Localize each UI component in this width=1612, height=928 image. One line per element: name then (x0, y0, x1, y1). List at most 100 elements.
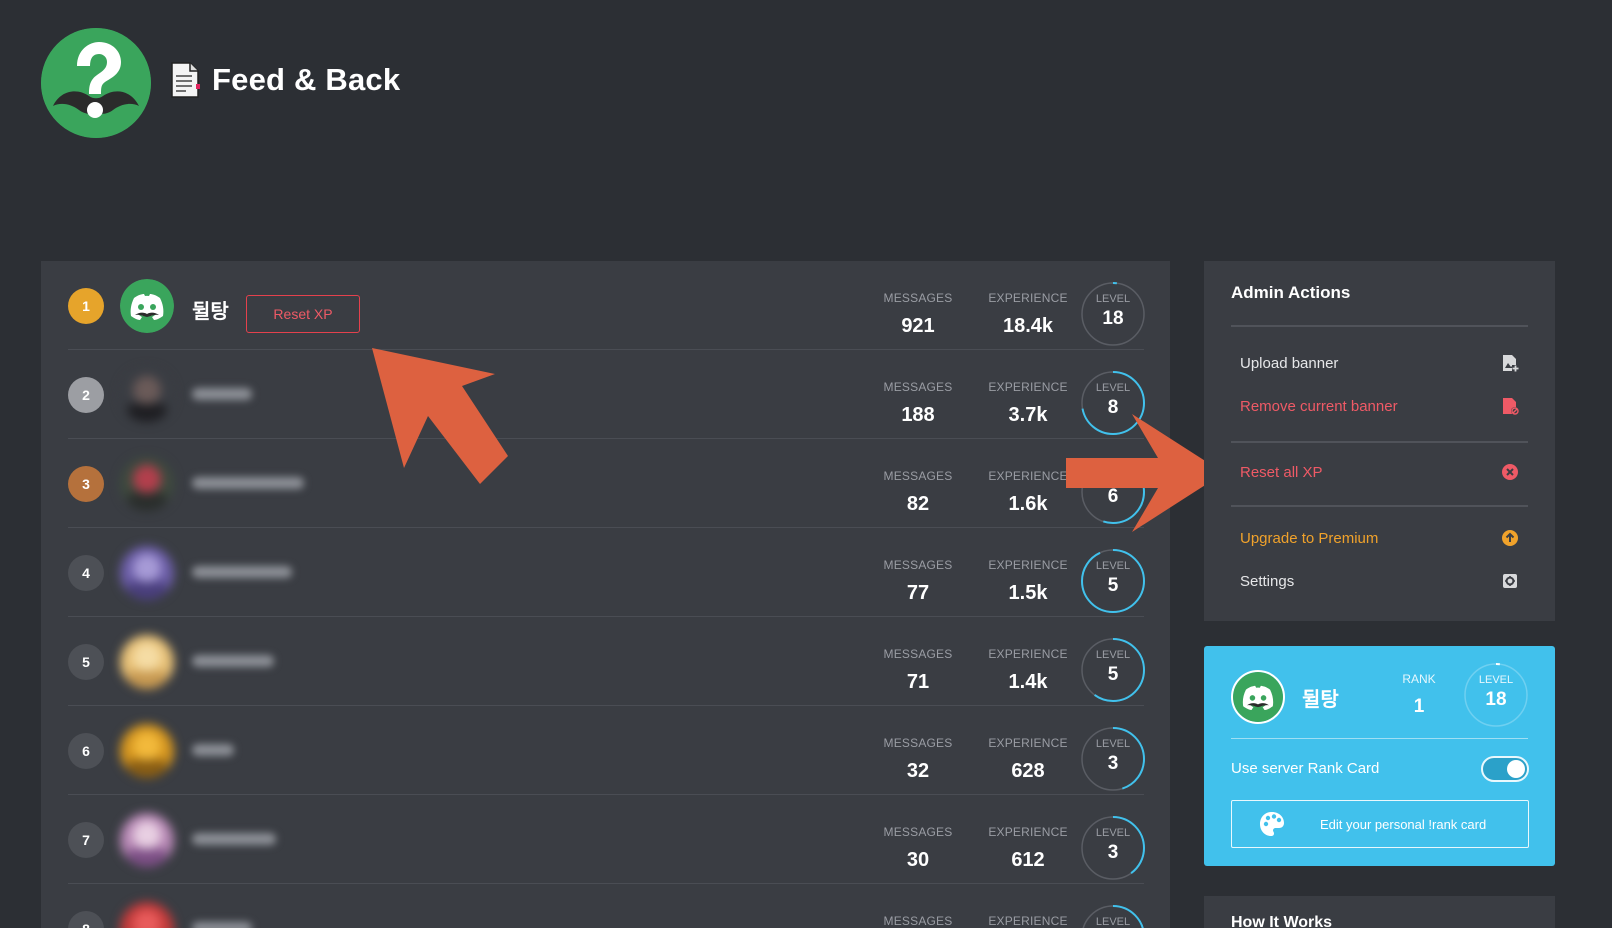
rank-card-divider (1231, 738, 1528, 739)
upload-banner-label: Upload banner (1240, 354, 1339, 372)
experience-label: EXPERIENCE (988, 380, 1068, 394)
server-logo (41, 28, 151, 138)
leaderboard-row: 1 뒬탕 Reset XP MESSAGES 921 EXPERIENCE 18.4k LEV… (68, 261, 1145, 350)
level-value: 5 (1107, 575, 1119, 596)
user-avatar (120, 546, 174, 600)
experience-label: EXPERIENCE (988, 825, 1068, 839)
username: 뒬탕 (192, 301, 229, 323)
level-value: 18 (1485, 689, 1507, 710)
reset-all-xp-button[interactable]: Reset all XP (1240, 457, 1519, 487)
palette-icon (1260, 812, 1284, 836)
leaderboard: 1 뒬탕 Reset XP MESSAGES 921 EXPERIENCE 18.4k LEV… (41, 261, 1170, 928)
messages-label: MESSAGES (883, 558, 953, 572)
admin-divider (1231, 505, 1528, 507)
level-label: LEVEL (1478, 674, 1514, 686)
experience-stat: EXPERIENCE (983, 914, 1073, 928)
rank-badge: 2 (68, 377, 104, 413)
how-it-works-panel: How It Works (1204, 896, 1555, 928)
image-add-icon (1501, 354, 1519, 372)
edit-rank-card-label: Edit your personal !rank card (1320, 816, 1487, 832)
messages-stat: MESSAGES 188 (878, 380, 958, 427)
experience-stat: EXPERIENCE 3.7k (983, 380, 1073, 427)
level-ring: LEVEL 5 (1080, 548, 1146, 614)
rank-badge: 4 (68, 555, 104, 591)
admin-divider (1231, 441, 1528, 443)
messages-stat: MESSAGES 32 (878, 736, 958, 783)
blurred-username (192, 477, 304, 489)
experience-value: 1.5k (1008, 582, 1048, 604)
remove-banner-label: Remove current banner (1240, 397, 1398, 415)
upgrade-premium-label: Upgrade to Premium (1240, 529, 1379, 547)
blurred-username (192, 833, 276, 845)
reset-all-xp-label: Reset all XP (1240, 463, 1323, 481)
rank-card-level-text: LEVEL 18 (1463, 662, 1529, 711)
level-label: LEVEL (1095, 649, 1131, 661)
annotation-arrow-up-left (372, 348, 508, 484)
level-value: 3 (1107, 842, 1119, 863)
experience-label: EXPERIENCE (988, 291, 1068, 305)
server-rank-card-toggle[interactable] (1481, 756, 1529, 782)
blurred-avatar-image (120, 546, 174, 600)
how-it-works-title: How It Works (1231, 914, 1333, 928)
experience-value: 18.4k (1002, 315, 1054, 337)
experience-label: EXPERIENCE (988, 469, 1068, 483)
messages-value: 30 (906, 849, 930, 871)
level-label: LEVEL (1095, 382, 1131, 394)
user-avatar (120, 279, 174, 333)
page-title: Feed & Back (212, 62, 401, 97)
messages-label: MESSAGES (883, 914, 953, 928)
level-ring: LEVEL 3 (1080, 726, 1146, 792)
rank-badge: 6 (68, 733, 104, 769)
question-mustache-logo (41, 28, 151, 138)
blurred-username (192, 566, 292, 578)
upload-banner-button[interactable]: Upload banner (1240, 348, 1519, 378)
gear-icon (1501, 572, 1519, 590)
settings-button[interactable]: Settings (1240, 566, 1519, 596)
rank-badge: 3 (68, 466, 104, 502)
messages-label: MESSAGES (883, 647, 953, 661)
level-value: 18 (1102, 308, 1124, 329)
messages-value: 32 (906, 760, 930, 782)
level-label: LEVEL (1095, 293, 1131, 305)
remove-banner-button[interactable]: Remove current banner (1240, 391, 1519, 421)
level-text: LEVEL (1080, 904, 1146, 928)
close-circle-icon (1501, 463, 1519, 481)
user-avatar (120, 368, 174, 422)
messages-stat: MESSAGES 77 (878, 558, 958, 605)
messages-value: 188 (901, 404, 935, 426)
leaderboard-row: 8 MESSAGES EXPERIENCE LEVEL (68, 884, 1146, 928)
messages-stat: MESSAGES 921 (878, 291, 958, 338)
image-remove-icon (1501, 397, 1519, 415)
experience-label: EXPERIENCE (988, 914, 1068, 928)
blurred-username (192, 744, 234, 756)
experience-stat: EXPERIENCE 18.4k (983, 291, 1073, 338)
experience-value: 628 (1011, 760, 1045, 782)
user-avatar (120, 813, 174, 867)
messages-value: 921 (901, 315, 935, 337)
experience-stat: EXPERIENCE 628 (983, 736, 1073, 783)
rank-card-level-ring: LEVEL 18 (1463, 662, 1529, 728)
leaderboard-row: 6 MESSAGES 32 EXPERIENCE 628 LEVEL 3 (68, 706, 1146, 795)
leaderboard-row: 2 MESSAGES 188 EXPERIENCE 3.7k LEVEL 8 (68, 350, 1145, 439)
level-label: LEVEL (1095, 560, 1131, 572)
rank-badge: 5 (68, 644, 104, 680)
rank-card-rank: RANK 1 (1389, 672, 1449, 718)
user-avatar (120, 724, 174, 778)
messages-label: MESSAGES (883, 291, 953, 305)
rank-badge: 7 (68, 822, 104, 858)
page: Feed & Back 1 뒬탕 Reset XP MESSAGES 921 EXPERI… (0, 0, 1612, 928)
experience-stat: EXPERIENCE 1.4k (983, 647, 1073, 694)
discord-icon (120, 279, 174, 333)
messages-value: 82 (906, 493, 930, 515)
admin-actions-panel: Admin Actions Upload banner Remove curre… (1204, 261, 1555, 621)
rank-card-username: 뒬탕 (1302, 689, 1339, 711)
level-ring: LEVEL 5 (1080, 637, 1146, 703)
rank-card-avatar (1231, 670, 1285, 724)
reset-xp-button[interactable]: Reset XP (246, 295, 360, 333)
header: Feed & Back (170, 62, 400, 98)
upgrade-premium-button[interactable]: Upgrade to Premium (1240, 523, 1519, 553)
blurred-username (192, 922, 252, 928)
level-value: 5 (1107, 664, 1119, 685)
level-label: LEVEL (1095, 916, 1131, 928)
edit-rank-card-button[interactable]: Edit your personal !rank card (1231, 800, 1529, 848)
